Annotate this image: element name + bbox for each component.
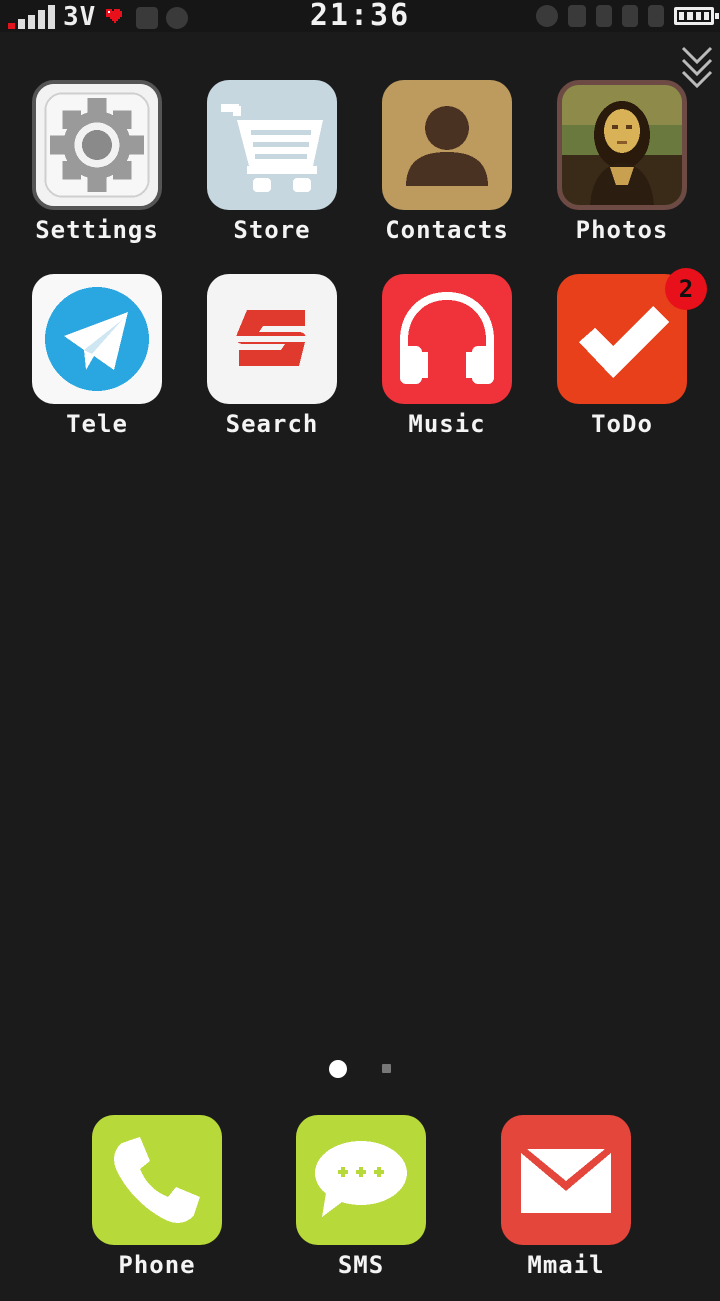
phone-handset-icon [92, 1115, 222, 1245]
dock-app-sms[interactable]: SMS [276, 1115, 446, 1279]
app-tele[interactable]: Tele [12, 274, 182, 438]
app-music[interactable]: Music [362, 274, 532, 438]
speech-bubble-icon [296, 1115, 426, 1245]
app-contacts[interactable]: Contacts [362, 80, 532, 244]
app-label: Photos [575, 216, 669, 244]
dock-app-mmail[interactable]: Mmail [481, 1115, 651, 1279]
headphones-icon [382, 274, 512, 404]
app-settings[interactable]: Settings [12, 80, 182, 244]
app-label: Search [225, 410, 319, 438]
person-icon [382, 80, 512, 210]
app-todo[interactable]: 2 ToDo [537, 268, 707, 438]
t-icon [596, 5, 612, 27]
app-label: Store [233, 216, 311, 244]
app-label: Music [408, 410, 486, 438]
app-label: Settings [35, 216, 159, 244]
paper-plane-icon [32, 274, 162, 404]
status-bar: 3V 21:36 [0, 0, 720, 32]
app-label: ToDo [591, 410, 653, 438]
app-label: SMS [337, 1251, 385, 1279]
page-dot-active[interactable] [329, 1060, 347, 1078]
notification-badge: 2 [665, 268, 707, 310]
dock-app-phone[interactable]: Phone [72, 1115, 242, 1279]
app-search[interactable]: Search [187, 274, 357, 438]
mona-lisa-photo-icon [557, 80, 687, 210]
battery-icon [674, 7, 719, 25]
search-s-logo-icon [207, 274, 337, 404]
pause-icon [622, 5, 638, 27]
app-label: Contacts [385, 216, 509, 244]
pause-icon [648, 5, 664, 27]
status-right [536, 4, 719, 28]
bluetooth-icon [568, 5, 586, 27]
app-photos[interactable]: Photos [537, 80, 707, 244]
settings-icon [536, 5, 558, 27]
app-label: Mmail [527, 1251, 605, 1279]
app-label: Tele [66, 410, 128, 438]
app-store[interactable]: Store [187, 80, 357, 244]
gear-icon [32, 80, 162, 210]
envelope-icon [501, 1115, 631, 1245]
shopping-cart-icon [207, 80, 337, 210]
app-label: Phone [118, 1251, 196, 1279]
page-indicator [0, 1060, 720, 1078]
page-dot[interactable] [382, 1064, 391, 1073]
